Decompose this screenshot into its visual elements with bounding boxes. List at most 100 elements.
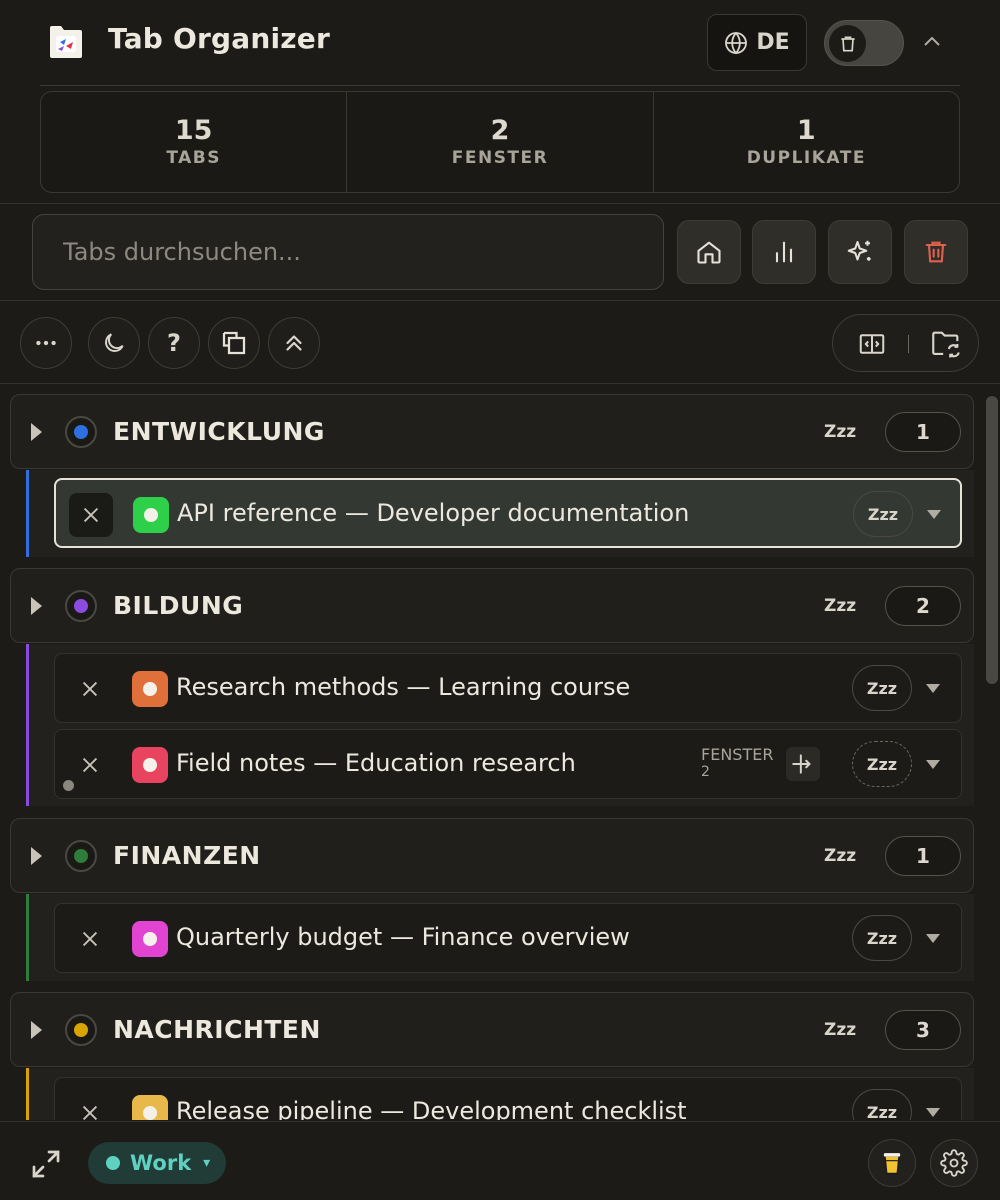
delete-all-button[interactable] <box>904 220 968 284</box>
caret-right-icon[interactable] <box>31 597 42 615</box>
copy-tabs-button[interactable] <box>208 317 260 369</box>
group-color-icon[interactable] <box>65 840 97 872</box>
footer: Work ▾ <box>0 1121 1000 1200</box>
help-button[interactable]: ? <box>148 317 200 369</box>
group-header-nachrichten[interactable]: NACHRICHTEN Zzz 3 <box>10 992 974 1067</box>
tab-item[interactable]: Release pipeline — Development checklist… <box>54 1077 962 1120</box>
help-label: ? <box>167 329 181 357</box>
tab-item[interactable]: API reference — Developer documentation … <box>54 478 962 548</box>
tab-menu-caret-icon[interactable] <box>926 934 940 943</box>
collapse-header-button[interactable] <box>914 24 950 60</box>
profile-dropdown-arrow-icon: ▾ <box>203 1155 211 1171</box>
tab-menu-caret-icon[interactable] <box>927 510 941 519</box>
app-title: Tab Organizer <box>108 22 330 55</box>
stat-label: FENSTER <box>451 148 549 168</box>
copy-icon <box>222 331 246 355</box>
stat-value: 2 <box>490 115 510 146</box>
group-header-entwicklung[interactable]: ENTWICKLUNG Zzz 1 <box>10 394 974 469</box>
stat-duplicates: 1 DUPLIKATE <box>654 92 959 192</box>
group-color-icon[interactable] <box>65 416 97 448</box>
tab-sleep-button[interactable]: Zzz <box>853 491 913 537</box>
group-body-entwicklung: API reference — Developer documentation … <box>26 470 974 557</box>
tab-item[interactable]: Field notes — Education research FENSTER… <box>54 729 962 799</box>
coffee-button[interactable] <box>868 1139 916 1187</box>
group-sleep-button[interactable]: Zzz <box>824 1020 856 1040</box>
toggle-knob <box>829 25 866 62</box>
stat-value: 15 <box>174 115 213 146</box>
header-divider <box>40 85 960 86</box>
tab-title: Field notes — Education research <box>176 749 576 777</box>
profile-selector[interactable]: Work ▾ <box>88 1142 226 1184</box>
split-view-button[interactable] <box>857 329 887 359</box>
caret-right-icon[interactable] <box>31 1021 42 1039</box>
gear-icon <box>940 1149 968 1177</box>
tab-sleep-button[interactable]: Zzz <box>852 915 912 961</box>
group-count-badge: 3 <box>885 1010 961 1050</box>
stat-label: DUPLIKATE <box>746 148 866 168</box>
moon-icon <box>105 333 124 352</box>
tab-item[interactable]: Research methods — Learning course Zzz <box>54 653 962 723</box>
scrollbar-thumb[interactable] <box>986 396 998 684</box>
favicon-icon <box>132 921 168 957</box>
group-color-bar <box>26 1068 29 1120</box>
group-name: FINANZEN <box>113 841 261 870</box>
ai-sort-button[interactable] <box>828 220 892 284</box>
tab-menu-caret-icon[interactable] <box>926 684 940 693</box>
more-options-button[interactable] <box>20 317 72 369</box>
move-to-window-button[interactable] <box>786 747 820 781</box>
dark-mode-button[interactable] <box>88 317 140 369</box>
group-count-badge: 1 <box>885 412 961 452</box>
delete-mode-toggle[interactable] <box>824 20 904 66</box>
group-color-icon[interactable] <box>65 590 97 622</box>
tab-menu-caret-icon[interactable] <box>926 1108 940 1117</box>
tab-item[interactable]: Quarterly budget — Finance overview Zzz <box>54 903 962 973</box>
more-horizontal-icon <box>36 340 56 346</box>
group-name: ENTWICKLUNG <box>113 417 325 446</box>
group-sleep-button[interactable]: Zzz <box>824 596 856 616</box>
language-button[interactable]: DE <box>707 14 807 71</box>
globe-icon <box>725 31 748 54</box>
group-header-bildung[interactable]: BILDUNG Zzz 2 <box>10 568 974 643</box>
header: Tab Organizer DE <box>0 0 1000 86</box>
tab-sleep-button[interactable]: Zzz <box>852 665 912 711</box>
divider <box>0 300 1000 301</box>
favicon-icon <box>132 671 168 707</box>
caret-right-icon[interactable] <box>31 423 42 441</box>
divider <box>0 203 1000 204</box>
window-label: FENSTER <box>701 745 774 764</box>
home-button[interactable] <box>677 220 741 284</box>
close-tab-button[interactable] <box>68 667 112 711</box>
tab-title: Release pipeline — Development checklist <box>176 1097 687 1120</box>
folder-sync-button[interactable] <box>929 327 963 361</box>
expand-button[interactable] <box>28 1146 64 1182</box>
group-body-bildung: Research methods — Learning course Zzz F… <box>26 644 974 806</box>
group-sleep-button[interactable]: Zzz <box>824 846 856 866</box>
close-tab-button[interactable] <box>68 1091 112 1120</box>
tab-title: Research methods — Learning course <box>176 673 631 701</box>
group-body-nachrichten: Release pipeline — Development checklist… <box>26 1068 974 1120</box>
stat-tabs: 15 TABS <box>41 92 348 192</box>
favicon-icon <box>132 747 168 783</box>
search-input[interactable] <box>32 214 664 290</box>
cup-icon <box>883 1153 901 1175</box>
trash-icon <box>925 241 947 263</box>
group-sleep-button[interactable]: Zzz <box>824 422 856 442</box>
group-header-finanzen[interactable]: FINANZEN Zzz 1 <box>10 818 974 893</box>
stats-panel: 15 TABS 2 FENSTER 1 DUPLIKATE <box>40 91 960 193</box>
folder-sync-icon <box>932 331 960 358</box>
settings-button[interactable] <box>930 1139 978 1187</box>
bar-chart-icon <box>775 241 793 263</box>
statistics-button[interactable] <box>752 220 816 284</box>
trash-icon <box>840 36 855 51</box>
tab-sleep-button[interactable]: Zzz <box>852 741 912 787</box>
collapse-all-button[interactable] <box>268 317 320 369</box>
group-color-icon[interactable] <box>65 1014 97 1046</box>
close-tab-button[interactable] <box>68 917 112 961</box>
group-body-finanzen: Quarterly budget — Finance overview Zzz <box>26 894 974 981</box>
caret-right-icon[interactable] <box>31 847 42 865</box>
close-tab-button[interactable] <box>69 493 113 537</box>
tab-menu-caret-icon[interactable] <box>926 760 940 769</box>
tab-sleep-button[interactable]: Zzz <box>852 1089 912 1120</box>
close-tab-button[interactable] <box>68 743 112 787</box>
group-count-badge: 2 <box>885 586 961 626</box>
